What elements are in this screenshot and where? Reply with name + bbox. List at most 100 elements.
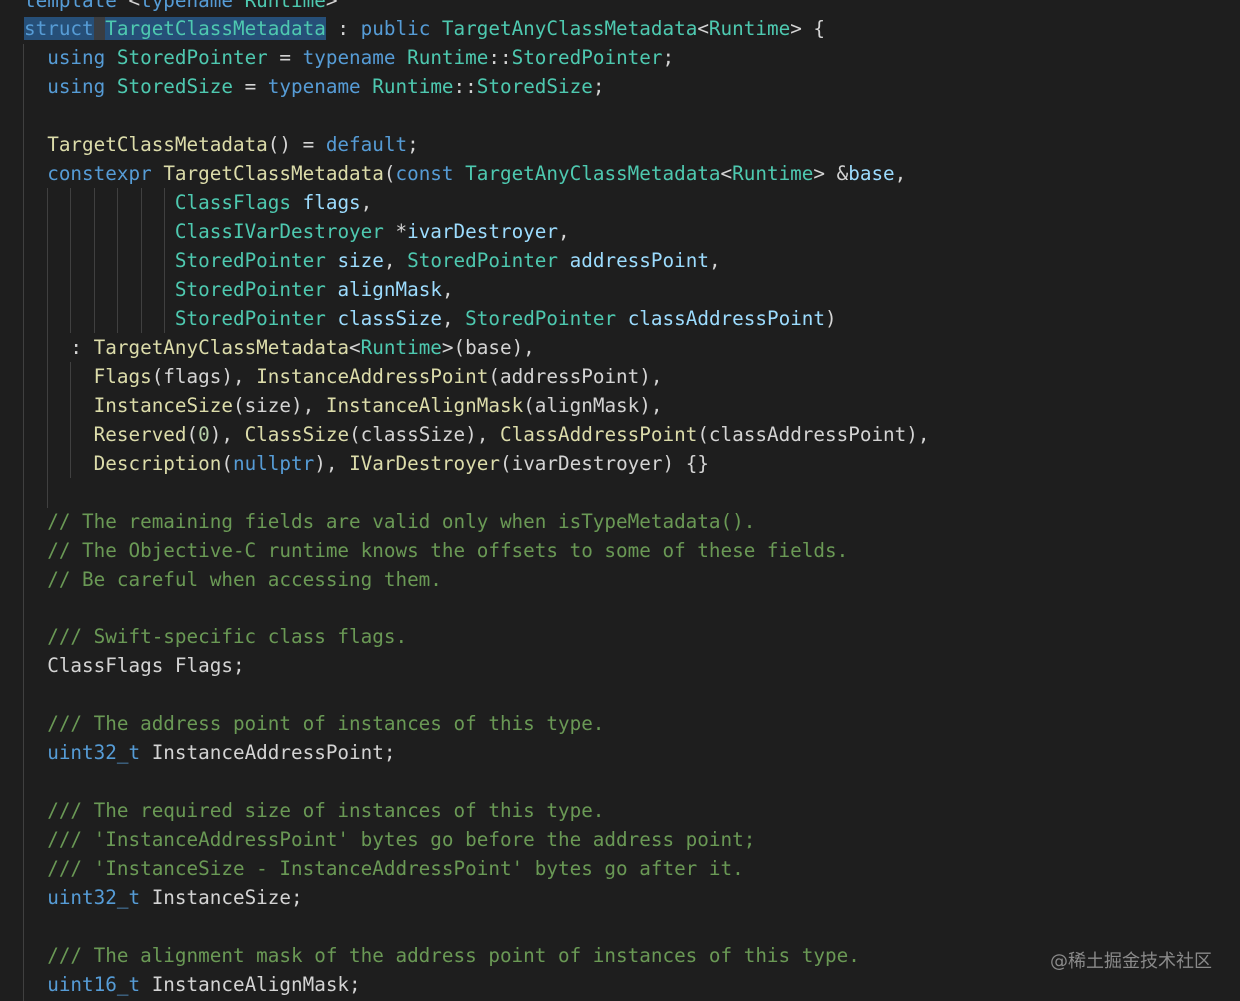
code-line[interactable]: : TargetAnyClassMetadata<Runtime>(base), [24, 333, 534, 362]
code-token: addressPoint [569, 249, 709, 273]
code-token: : [325, 17, 361, 41]
code-line[interactable]: Flags(flags), InstanceAddressPoint(addre… [24, 362, 663, 391]
code-token: public [360, 17, 431, 41]
code-line[interactable]: InstanceSize(size), InstanceAlignMask(al… [24, 391, 663, 420]
code-token: using [47, 46, 106, 70]
code-line[interactable]: ClassFlags flags, [24, 188, 372, 217]
code-token: classSize [337, 306, 442, 330]
code-token: , [360, 191, 373, 215]
code-token: flags [302, 191, 361, 215]
code-line[interactable]: uint16_t InstanceAlignMask; [24, 970, 360, 999]
code-token: StoredPointer [174, 249, 326, 273]
code-token: template [24, 0, 117, 12]
code-token: struct [24, 17, 94, 41]
code-token: Runtime [244, 0, 326, 12]
code-token: TargetClassMetadata [47, 133, 268, 157]
code-line[interactable]: /// The required size of instances of th… [24, 796, 604, 825]
code-token: typename [302, 46, 396, 70]
code-token: Runtime [732, 162, 814, 186]
code-token: classAddressPoint [627, 306, 826, 330]
code-line[interactable]: // Be careful when accessing them. [24, 565, 442, 594]
code-token: alignMask [337, 278, 442, 301]
code-token: (classAddressPoint), [697, 422, 930, 446]
code-line[interactable]: /// Swift-specific class flags. [24, 622, 407, 651]
code-token: < [720, 162, 733, 186]
code-line[interactable]: constexpr TargetClassMetadata(const Targ… [24, 159, 906, 188]
code-token: (alignMask), [523, 393, 663, 417]
code-line[interactable]: StoredPointer alignMask, [24, 275, 454, 304]
code-token: * [383, 220, 408, 244]
code-line[interactable]: uint32_t InstanceAddressPoint; [24, 738, 395, 767]
code-line[interactable]: // The Objective-C runtime knows the off… [24, 536, 848, 565]
code-line[interactable]: TargetClassMetadata() = default; [24, 130, 419, 159]
code-token: ClassAddressPoint [499, 422, 698, 446]
code-token: ( [186, 422, 199, 446]
code-token: ), [209, 422, 245, 446]
code-token: TargetClassMetadata [163, 162, 384, 186]
code-line[interactable]: /// The alignment mask of the address po… [24, 941, 860, 970]
code-line[interactable]: ClassFlags Flags; [24, 651, 244, 680]
code-token: StoredPointer [174, 306, 326, 330]
code-token: > { [790, 17, 826, 41]
code-token: const [395, 162, 454, 186]
code-token: > & [813, 162, 849, 186]
code-token: InstanceSize [93, 393, 233, 417]
code-token: :: [453, 75, 477, 99]
code-line[interactable]: Description(nullptr), IVarDestroyer(ivar… [24, 449, 709, 478]
code-line[interactable]: /// The address point of instances of th… [24, 709, 604, 738]
code-token: Runtime [708, 17, 791, 41]
code-line[interactable]: /// 'InstanceSize - InstanceAddressPoint… [24, 854, 744, 883]
code-line[interactable]: StoredPointer classSize, StoredPointer c… [24, 304, 837, 333]
code-line[interactable]: using StoredSize = typename Runtime::Sto… [24, 72, 604, 101]
code-line[interactable]: struct TargetClassMetadata : public Targ… [24, 14, 825, 43]
code-line[interactable]: ClassIVarDestroyer *ivarDestroyer, [24, 217, 570, 246]
code-token: ClassFlags [174, 191, 292, 215]
code-token: typename [140, 0, 233, 12]
code-token: < [697, 17, 709, 41]
code-line[interactable]: template <typename Runtime> [24, 0, 337, 15]
code-token: InstanceAddressPoint [256, 364, 489, 388]
code-token: ; [592, 75, 605, 99]
code-token: ; [407, 133, 419, 157]
code-line[interactable]: Reserved(0), ClassSize(classSize), Class… [24, 420, 930, 449]
code-line[interactable]: uint32_t InstanceSize; [24, 883, 303, 912]
code-token: // Be careful when accessing them. [47, 567, 442, 591]
code-token: TargetAnyClassMetadata [93, 335, 350, 359]
code-token: > [325, 0, 338, 12]
code-token: InstanceSize; [151, 885, 303, 909]
code-token: IVarDestroyer [349, 451, 500, 475]
code-line[interactable]: using StoredPointer = typename Runtime::… [24, 43, 674, 72]
code-line[interactable]: /// 'InstanceAddressPoint' bytes go befo… [24, 825, 755, 854]
code-line[interactable]: // The remaining fields are valid only w… [24, 507, 755, 536]
code-token: /// 'InstanceSize - InstanceAddressPoint… [47, 857, 744, 880]
code-token: < [349, 335, 361, 359]
code-token: /// 'InstanceAddressPoint' bytes go befo… [47, 828, 756, 852]
code-token: /// The alignment mask of the address po… [47, 943, 860, 967]
code-editor[interactable]: template <typename Runtime> struct Target… [0, 0, 1240, 1001]
code-line[interactable]: StoredPointer size, StoredPointer addres… [24, 246, 721, 275]
